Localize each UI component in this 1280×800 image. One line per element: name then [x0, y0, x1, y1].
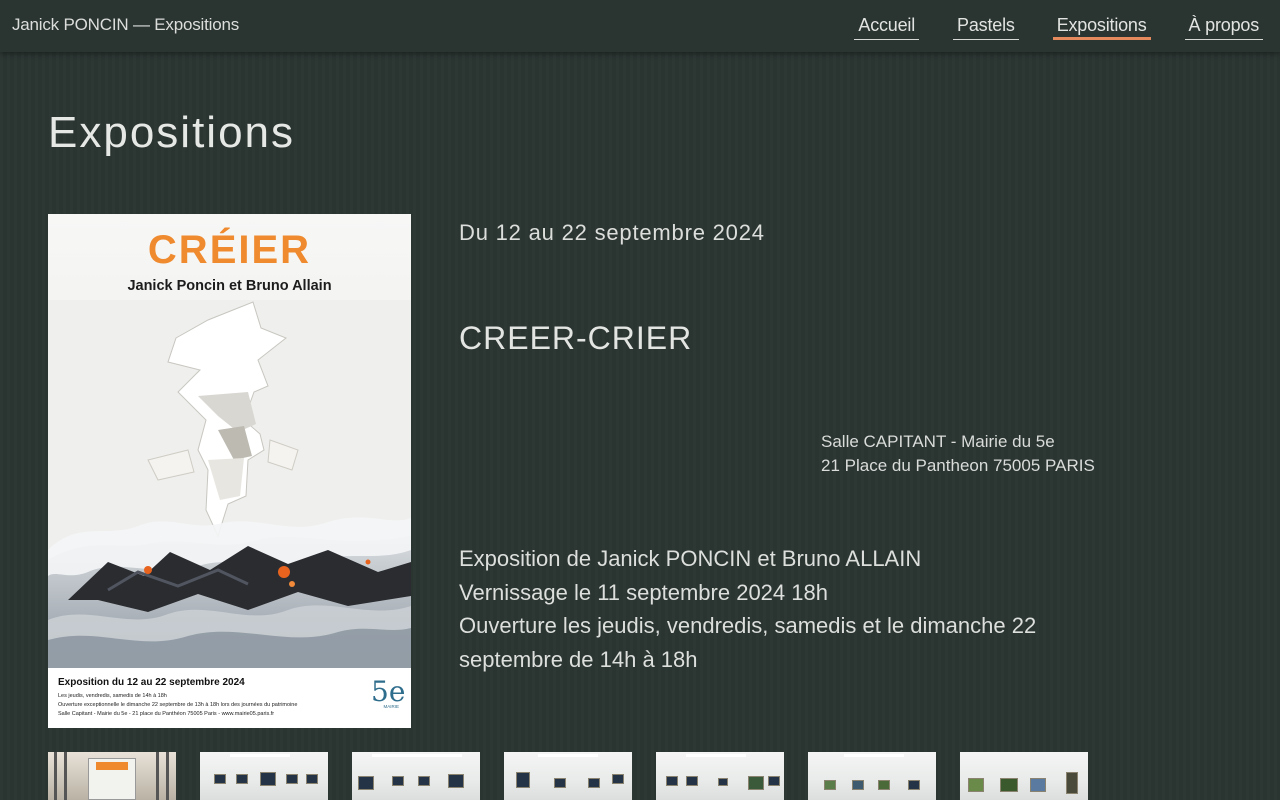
poster-footer-dates: Exposition du 12 au 22 septembre 2024 — [58, 677, 245, 688]
poster-footer-line: Ouverture exceptionnelle le dimanche 22 … — [58, 702, 298, 708]
venue-address: 21 Place du Pantheon 75005 PARIS — [821, 456, 1095, 475]
poster-artists: Janick Poncin et Bruno Allain — [127, 278, 332, 294]
poster-footer-line: Salle Capitant - Mairie du 5e - 21 place… — [58, 711, 275, 717]
nav-a-propos[interactable]: À propos — [1184, 15, 1263, 40]
description-line: Exposition de Janick PONCIN et Bruno ALL… — [459, 546, 922, 571]
main-nav: Accueil Pastels Expositions À propos — [854, 15, 1263, 40]
exhibition-title: CREER-CRIER — [459, 320, 693, 356]
poster-footer-line: Les jeudis, vendredis, samedis de 14h à … — [58, 693, 167, 699]
gallery-thumbnail[interactable] — [808, 752, 936, 800]
exhibition-description: Exposition de Janick PONCIN et Bruno ALL… — [459, 542, 1079, 676]
poster-title: CRÉIER — [147, 228, 312, 272]
nav-accueil[interactable]: Accueil — [854, 15, 920, 40]
description-line: Ouverture les jeudis, vendredis, samedis… — [459, 613, 1037, 672]
poster-artwork — [48, 300, 411, 668]
nav-pastels[interactable]: Pastels — [953, 15, 1019, 40]
exhibition-date: Du 12 au 22 septembre 2024 — [459, 220, 765, 245]
gallery-thumbnail[interactable] — [200, 752, 328, 800]
page-title: Expositions — [48, 108, 296, 157]
gallery-thumbnails — [48, 752, 1088, 800]
exhibition-venue: Salle CAPITANT - Mairie du 5e 21 Place d… — [821, 430, 1095, 478]
venue-line: Salle CAPITANT - Mairie du 5e — [821, 432, 1055, 451]
gallery-thumbnail[interactable] — [656, 752, 784, 800]
poster-footer: Exposition du 12 au 22 septembre 2024 Le… — [48, 668, 411, 728]
gallery-thumbnail[interactable] — [504, 752, 632, 800]
site-title[interactable]: Janick PONCIN — Expositions — [12, 15, 239, 35]
gallery-thumbnail[interactable] — [352, 752, 480, 800]
mairie-logo-label: MAIRIE — [383, 704, 399, 709]
nav-expositions[interactable]: Expositions — [1052, 15, 1151, 40]
top-bar: Janick PONCIN — Expositions Accueil Past… — [0, 0, 1280, 52]
exhibition-poster[interactable]: CRÉIER Janick Poncin et Bruno Allain Exp… — [48, 214, 411, 728]
gallery-thumbnail[interactable] — [48, 752, 176, 800]
gallery-thumbnail[interactable] — [960, 752, 1088, 800]
description-line: Vernissage le 11 septembre 2024 18h — [459, 579, 828, 605]
